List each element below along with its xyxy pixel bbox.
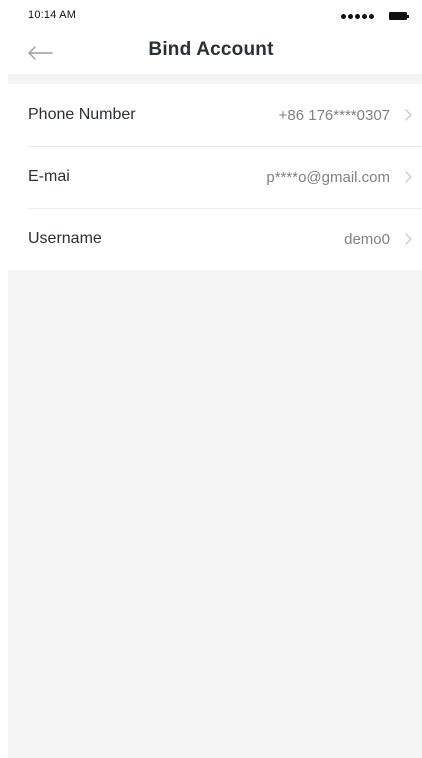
- username-row[interactable]: Username demo0: [8, 208, 422, 270]
- page-title: Bind Account: [148, 39, 274, 60]
- status-time: 10:14 AM: [28, 9, 77, 21]
- phone-number-label: Phone Number: [28, 106, 136, 123]
- username-label: Username: [28, 230, 102, 247]
- phone-number-value: +86 176****0307: [278, 106, 390, 124]
- battery-icon: [389, 12, 409, 20]
- content-area: Phone Number +86 176****0307 E-mai p****…: [8, 74, 422, 758]
- chevron-right-icon: [403, 232, 413, 246]
- chevron-right-icon: [403, 170, 413, 184]
- nav-bar: Bind Account: [0, 34, 422, 74]
- account-list: Phone Number +86 176****0307 E-mai p****…: [8, 84, 422, 270]
- email-value: p****o@gmail.com: [266, 168, 390, 186]
- status-bar: 10:14 AM: [0, 0, 422, 34]
- email-label: E-mai: [28, 168, 70, 185]
- email-row[interactable]: E-mai p****o@gmail.com: [8, 146, 422, 208]
- signal-dots-icon: [341, 14, 374, 19]
- chevron-right-icon: [403, 108, 413, 122]
- username-value: demo0: [344, 230, 390, 248]
- phone-number-row[interactable]: Phone Number +86 176****0307: [8, 84, 422, 146]
